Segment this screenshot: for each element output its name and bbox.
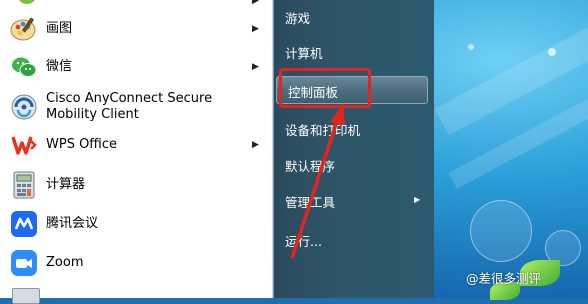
annotation-arrow-icon — [290, 104, 345, 259]
watermark-text: @差很多测评 — [466, 271, 542, 286]
